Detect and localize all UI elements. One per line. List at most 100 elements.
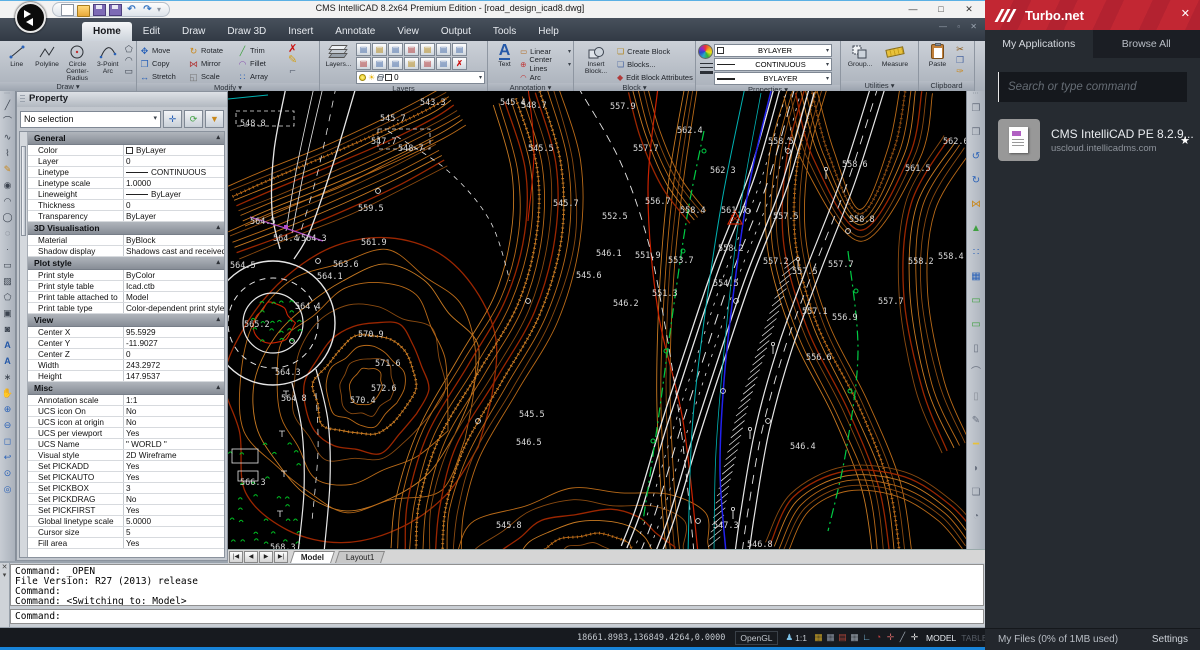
tab-my-applications[interactable]: My Applications [985, 30, 1093, 58]
minimize-button[interactable]: — [899, 1, 927, 18]
sheet-nav-3[interactable]: ▶| [274, 551, 288, 563]
save-as-icon[interactable] [109, 4, 122, 16]
draw-tool-icon-17[interactable]: ∗ [4, 369, 12, 385]
property-row[interactable]: Annotation scale1:1 [28, 395, 224, 406]
modify-tool-copy[interactable]: ❐Copy [139, 57, 188, 70]
modify-tool-icon-14[interactable]: ━ [973, 433, 979, 457]
modify-tool-icon-4[interactable]: ⋈ [971, 193, 981, 217]
menu-tab-tools[interactable]: Tools [482, 22, 527, 41]
block-tool-create-block[interactable]: ❏Create Block [617, 45, 693, 57]
draw-tool-icon-8[interactable]: ◌ [5, 225, 10, 241]
block-tool-blocks-[interactable]: ❏Blocks... [617, 58, 693, 70]
draw-tool-icon-12[interactable]: ⬠ [4, 289, 12, 305]
insert-block-button[interactable]: Insert Block... [576, 42, 616, 75]
property-row[interactable]: Center Y-11.9027 [28, 338, 224, 349]
draw-tool-icon-14[interactable]: ◙ [5, 321, 10, 337]
maximize-button[interactable]: □ [927, 1, 955, 18]
modify-tool-array[interactable]: ∷Array [237, 70, 286, 83]
sheet-nav-2[interactable]: ▶ [259, 551, 273, 563]
settings-link[interactable]: Settings [1152, 634, 1188, 645]
layer-state-icon-5[interactable]: ▤ [436, 43, 451, 56]
app-list-item[interactable]: CMS IntelliCAD PE 8.2.9... uscloud.intel… [985, 114, 1200, 166]
revision-cloud-icon[interactable]: ◠ [125, 56, 134, 65]
menu-tab-edit[interactable]: Edit [132, 22, 171, 41]
tab-model[interactable]: Model [290, 551, 335, 563]
save-icon[interactable] [93, 4, 106, 16]
etrack-icon[interactable]: ╱ [897, 632, 908, 643]
search-input[interactable] [998, 72, 1187, 102]
draw-tool-icon-6[interactable]: ◠ [4, 193, 12, 209]
property-row[interactable]: Print table typeColor-dependent print st… [28, 303, 224, 314]
property-section-view[interactable]: View [28, 314, 224, 327]
command-history[interactable]: Command: _OPEN File Version: R27 (2013) … [10, 564, 984, 606]
layer-state-icon-7[interactable]: ▤ [356, 57, 371, 70]
layer-state-icon-12[interactable]: ▤ [436, 57, 451, 70]
draw-tool-icon-10[interactable]: ▭ [3, 257, 12, 273]
draw-tool-line[interactable]: Line [2, 42, 31, 68]
annotation-tool-arc[interactable]: ◠Arc [520, 71, 571, 83]
modify-tool-scale[interactable]: ◱Scale [188, 70, 237, 83]
property-row[interactable]: UCS Name" WORLD " [28, 439, 224, 450]
modify-tool-rotate[interactable]: ↻Rotate [188, 44, 237, 57]
layer-thaw-icon[interactable]: ☀ [368, 74, 375, 82]
paste-button[interactable]: Paste [921, 42, 954, 68]
layer-state-icon-6[interactable]: ▤ [452, 43, 467, 56]
modify-tool-icon-11[interactable]: ⌒ [971, 361, 981, 385]
property-row[interactable]: Global linetype scale5.0000 [28, 516, 224, 527]
menu-tab-draw-3d[interactable]: Draw 3D [216, 22, 277, 41]
redo-icon[interactable]: ↷ [141, 4, 154, 16]
property-row[interactable]: UCS per viewportYes [28, 428, 224, 439]
layer-lock-icon[interactable] [377, 76, 383, 81]
property-row[interactable]: Fill areaYes [28, 538, 224, 549]
scrollbar-thumb[interactable] [21, 146, 26, 236]
menu-tab-output[interactable]: Output [430, 22, 482, 41]
layer-dropdown[interactable]: ☀0▾ [356, 71, 485, 84]
draw-tool-icon-19[interactable]: ⊕ [4, 401, 12, 417]
property-row[interactable]: UCS icon OnNo [28, 406, 224, 417]
qat-dropdown-icon[interactable]: ▾ [157, 5, 161, 14]
draw-tool-icon-0[interactable]: ╱ [5, 97, 10, 113]
menu-tab-insert[interactable]: Insert [277, 22, 324, 41]
sheet-nav-1[interactable]: ◀ [244, 551, 258, 563]
application-menu-button[interactable] [15, 2, 46, 33]
draw-tool-icon-2[interactable]: ∿ [4, 129, 12, 145]
property-row[interactable]: Print style tableIcad.ctb [28, 281, 224, 292]
property-row[interactable]: Set PICKFIRSTYes [28, 505, 224, 516]
tab-browse-all[interactable]: Browse All [1093, 30, 1200, 58]
property-row[interactable]: Thickness0 [28, 200, 224, 211]
layer-state-icon-10[interactable]: ▤ [404, 57, 419, 70]
draw-tool-3-point-arc[interactable]: 3-Point Arc [93, 42, 122, 75]
block-tool-edit-block-attributes[interactable]: ◆Edit Block Attributes [617, 71, 693, 83]
modify-tool-icon-7[interactable]: ▦ [971, 265, 980, 289]
modify-tool-icon-10[interactable]: ▯ [973, 337, 979, 361]
modify-tool-trim[interactable]: ╱Trim [237, 44, 286, 57]
property-row[interactable]: LineweightByLayer [28, 189, 224, 200]
modify-tool-icon-1[interactable]: ❒ [972, 121, 981, 145]
grid-icon[interactable]: ▦ [825, 632, 836, 643]
selection-dropdown[interactable]: No selection ▾ [20, 111, 161, 128]
cut-icon[interactable]: ✂ [956, 45, 964, 54]
command-input[interactable]: Command: [10, 609, 984, 624]
modify-tool-icon-2[interactable]: ↺ [972, 145, 980, 169]
modify-tool-stretch[interactable]: ↔Stretch [139, 70, 188, 83]
text-tool-button[interactable]: AText [490, 42, 519, 68]
lineweight-dropdown[interactable]: BYLAYER▾ [714, 72, 832, 85]
modify-tool-fillet[interactable]: ◠Fillet [237, 57, 286, 70]
modify-tool-icon-8[interactable]: ▭ [971, 289, 980, 313]
layer-state-icon-11[interactable]: ▤ [420, 57, 435, 70]
modify-tool-icon-13[interactable]: ✎ [972, 409, 980, 433]
annotation-scale-control[interactable]: ♟ 1:1 [786, 632, 807, 643]
lwt-icon[interactable]: ✛ [909, 632, 920, 643]
color-dropdown[interactable]: BYLAYER▾ [714, 44, 832, 57]
draw-tool-icon-22[interactable]: ↩ [4, 449, 12, 465]
property-section-misc[interactable]: Misc [28, 382, 224, 395]
renderer-badge[interactable]: OpenGL [735, 631, 777, 645]
property-row[interactable]: MaterialByBlock [28, 235, 224, 246]
layer-state-icon-0[interactable]: ▤ [356, 43, 371, 56]
property-row[interactable]: Set PICKDRAGNo [28, 494, 224, 505]
snap-icon[interactable]: ▦ [813, 632, 824, 643]
model-space-toggle[interactable]: MODEL [926, 633, 956, 643]
modify-tool-icon-0[interactable]: ❐ [972, 97, 981, 121]
color-wheel-icon[interactable] [698, 44, 713, 59]
layer-state-icon-4[interactable]: ▤ [420, 43, 435, 56]
